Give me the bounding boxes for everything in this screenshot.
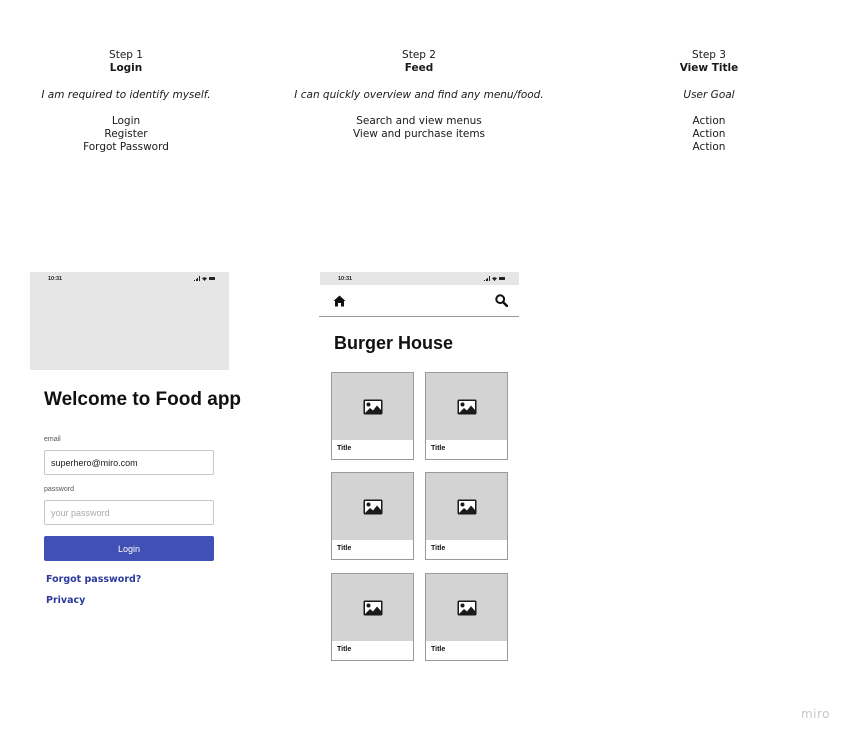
image-icon (457, 499, 476, 514)
home-icon[interactable] (333, 295, 346, 307)
image-icon (363, 499, 382, 514)
menu-card[interactable]: Title (331, 372, 414, 460)
status-time: 10:31 (48, 275, 63, 282)
card-image-placeholder (426, 574, 507, 641)
login-heading: Welcome to Food app (44, 389, 242, 410)
card-image-placeholder (332, 574, 413, 641)
status-bar: 10:31 (320, 272, 519, 285)
password-field[interactable]: your password (44, 500, 214, 525)
card-title: Title (337, 545, 352, 552)
step-3-column: Step 3 View Title User Goal Action Actio… (579, 49, 839, 155)
step-action: Login (111, 114, 141, 127)
card-image-placeholder (426, 373, 507, 440)
step-number: Step 2 (402, 49, 436, 61)
image-icon (457, 399, 476, 414)
step-action: Forgot Password (83, 141, 169, 154)
step-action: Action (692, 141, 726, 154)
menu-card[interactable]: Title (331, 472, 414, 560)
step-action: Search and view menus (356, 114, 482, 127)
card-image-placeholder (332, 373, 413, 440)
signal-icon (194, 276, 200, 281)
step-title: View Title (679, 62, 739, 75)
feed-heading: Burger House (334, 333, 454, 353)
step-action: Register (104, 128, 148, 141)
wifi-icon (492, 276, 497, 281)
signal-icon (484, 276, 490, 281)
menu-card[interactable]: Title (425, 472, 508, 560)
privacy-link[interactable]: Privacy (46, 595, 85, 606)
step-goal: User Goal (683, 88, 735, 101)
menu-card[interactable]: Title (331, 573, 414, 661)
card-title: Title (337, 445, 352, 452)
forgot-password-link[interactable]: Forgot password? (46, 574, 141, 585)
step-action: Action (692, 114, 726, 127)
login-button[interactable]: Login (44, 536, 214, 561)
search-icon[interactable] (495, 294, 508, 307)
feed-screen: 10:31 (320, 272, 519, 285)
step-action: View and purchase items (352, 128, 486, 141)
step-action: Action (692, 128, 726, 141)
miro-watermark: miro (800, 707, 830, 721)
card-title: Title (431, 445, 446, 452)
status-bar: 10:31 (30, 272, 229, 285)
card-title: Title (337, 646, 352, 653)
step-title: Feed (404, 62, 434, 75)
menu-card[interactable]: Title (425, 573, 508, 661)
step-number: Step 3 (692, 49, 726, 61)
battery-icon (499, 276, 505, 281)
step-goal: I can quickly overview and find any menu… (294, 88, 544, 101)
card-title: Title (431, 646, 446, 653)
wifi-icon (202, 276, 207, 281)
feed-nav-bar (319, 285, 519, 317)
hero-image-placeholder (30, 285, 229, 370)
card-image-placeholder (332, 473, 413, 540)
email-field[interactable]: superhero@miro.com (44, 450, 214, 475)
login-screen: 10:31 (30, 272, 229, 370)
email-label: email (44, 436, 61, 443)
battery-icon (209, 276, 215, 281)
step-1-column: Step 1 Login I am required to identify m… (0, 49, 256, 155)
step-2-column: Step 2 Feed I can quickly overview and f… (289, 49, 549, 141)
menu-card[interactable]: Title (425, 372, 508, 460)
image-icon (363, 399, 382, 414)
image-icon (457, 600, 476, 615)
password-label: password (44, 486, 74, 493)
step-goal: I am required to identify myself. (41, 88, 211, 101)
card-image-placeholder (426, 473, 507, 540)
status-time: 10:31 (338, 275, 353, 282)
step-number: Step 1 (109, 49, 143, 61)
image-icon (363, 600, 382, 615)
card-title: Title (431, 545, 446, 552)
step-title: Login (109, 62, 143, 75)
